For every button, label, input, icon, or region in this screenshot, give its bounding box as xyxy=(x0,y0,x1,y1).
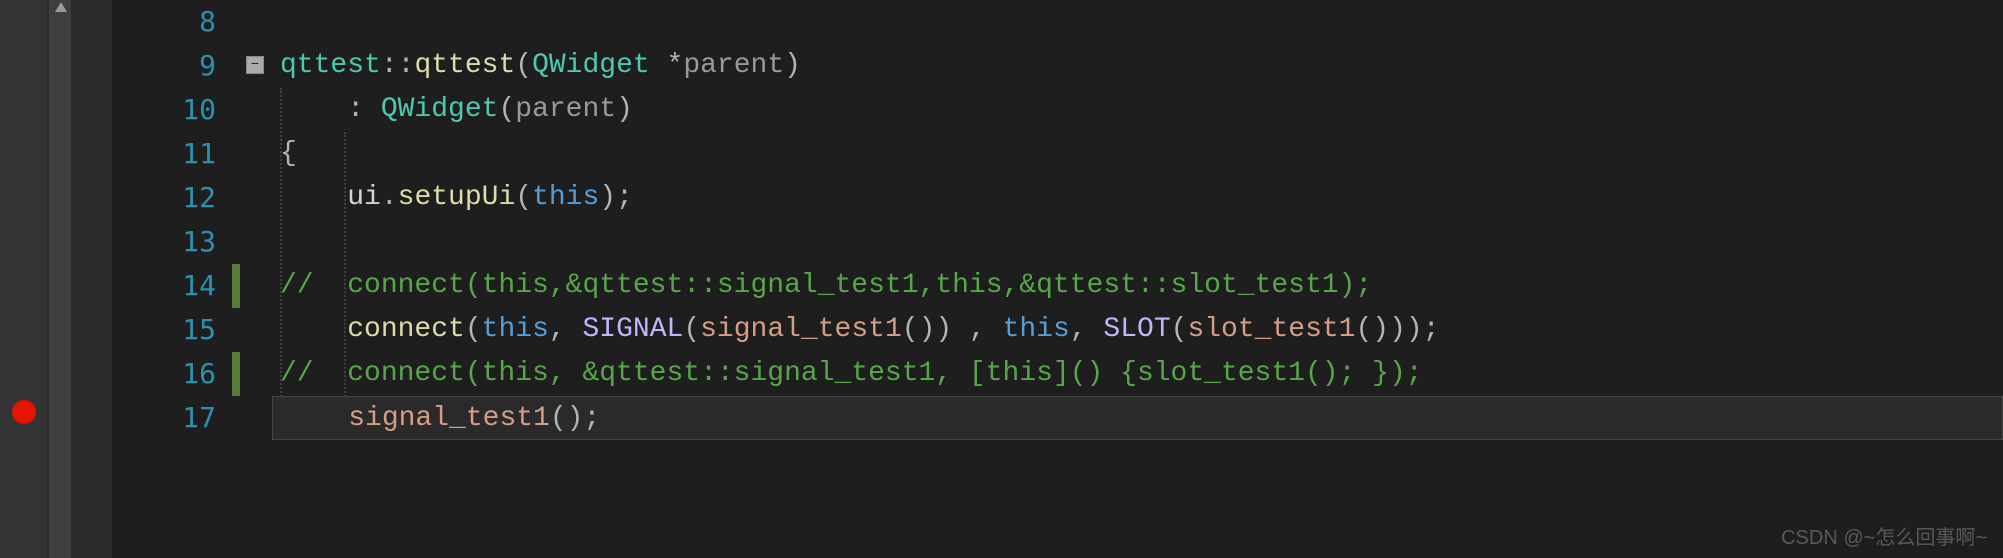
token-punct: , xyxy=(1070,314,1104,345)
change-mark xyxy=(232,352,240,396)
token-signal: signal_test1 xyxy=(348,403,550,434)
code-line[interactable]: ui.setupUi(this); xyxy=(272,176,2003,220)
token-macro: SLOT xyxy=(1103,314,1170,345)
token-param: parent xyxy=(515,94,616,125)
code-line[interactable]: { xyxy=(272,132,2003,176)
scroll-up-icon[interactable] xyxy=(55,2,67,12)
code-line[interactable]: qttest::qttest(QWidget *parent) xyxy=(272,44,2003,88)
token-paren: ) xyxy=(616,94,633,125)
token-paren: ())); xyxy=(1355,314,1439,345)
token-paren: ( xyxy=(515,182,532,213)
code-line[interactable]: connect(this, SIGNAL(signal_test1()) , t… xyxy=(272,308,2003,352)
code-line-current[interactable]: signal_test1(); xyxy=(272,396,2003,440)
token-paren: ) xyxy=(784,50,801,81)
token-type: qttest xyxy=(280,50,381,81)
token-comment: // connect(this,&qttest::signal_test1,th… xyxy=(280,270,1372,301)
fold-strip: − xyxy=(240,0,272,558)
token-punct: :: xyxy=(381,50,415,81)
line-number[interactable]: 17 xyxy=(112,396,216,440)
token-punct: , xyxy=(549,314,583,345)
token-paren: ( xyxy=(1171,314,1188,345)
overview-strip xyxy=(72,0,112,558)
change-indicator-strip xyxy=(232,0,240,558)
token-paren: (); xyxy=(550,403,600,434)
line-number-gutter: 8 9 10 11 12 13 14 15 16 17 xyxy=(112,0,232,558)
token-paren: ( xyxy=(683,314,700,345)
line-number[interactable]: 12 xyxy=(112,176,216,220)
token-keyword: this xyxy=(532,182,599,213)
token-method: setupUi xyxy=(398,182,516,213)
token-paren: ( xyxy=(515,50,532,81)
code-editor: 8 9 10 11 12 13 14 15 16 17 − qttest::qt… xyxy=(0,0,2003,558)
line-number[interactable]: 13 xyxy=(112,220,216,264)
token-keyword: this xyxy=(1003,314,1070,345)
token-paren: ); xyxy=(599,182,633,213)
code-line[interactable]: : QWidget(parent) xyxy=(272,88,2003,132)
watermark-text: CSDN @~怎么回事啊~ xyxy=(1781,521,1987,550)
code-line[interactable]: // connect(this, &qttest::signal_test1, … xyxy=(272,352,2003,396)
token-paren: ( xyxy=(465,314,482,345)
code-area[interactable]: qttest::qttest(QWidget *parent) : QWidge… xyxy=(272,0,2003,558)
line-number[interactable]: 16 xyxy=(112,352,216,396)
token-keyword: this xyxy=(482,314,549,345)
change-mark xyxy=(232,264,240,308)
code-line[interactable] xyxy=(272,220,2003,264)
overview-scroll[interactable] xyxy=(48,0,72,558)
token-ident: ui xyxy=(347,182,381,213)
token-brace: { xyxy=(280,138,297,169)
token-macro: SIGNAL xyxy=(582,314,683,345)
fold-collapse-icon[interactable]: − xyxy=(246,56,264,74)
token-func: qttest xyxy=(414,50,515,81)
token-func: connect xyxy=(347,314,465,345)
token-type: QWidget xyxy=(532,50,650,81)
line-number[interactable]: 11 xyxy=(112,132,216,176)
line-number[interactable]: 10 xyxy=(112,88,216,132)
token-comment: // connect(this, &qttest::signal_test1, … xyxy=(280,358,1423,389)
breakpoint-dot[interactable] xyxy=(12,400,36,424)
token-punct: . xyxy=(381,182,398,213)
line-number[interactable]: 15 xyxy=(112,308,216,352)
token-slot: slot_test1 xyxy=(1187,314,1355,345)
line-number[interactable]: 9 xyxy=(112,44,216,88)
token-type: QWidget xyxy=(381,94,499,125)
code-line[interactable]: // connect(this,&qttest::signal_test1,th… xyxy=(272,264,2003,308)
token-paren: ( xyxy=(498,94,515,125)
code-line[interactable] xyxy=(272,0,2003,44)
line-number[interactable]: 8 xyxy=(112,0,216,44)
token-punct: * xyxy=(650,50,684,81)
token-punct: : xyxy=(347,94,381,125)
breakpoint-margin[interactable] xyxy=(0,0,48,558)
token-param: parent xyxy=(683,50,784,81)
token-paren: ()) , xyxy=(902,314,1003,345)
token-signal: signal_test1 xyxy=(700,314,902,345)
line-number[interactable]: 14 xyxy=(112,264,216,308)
